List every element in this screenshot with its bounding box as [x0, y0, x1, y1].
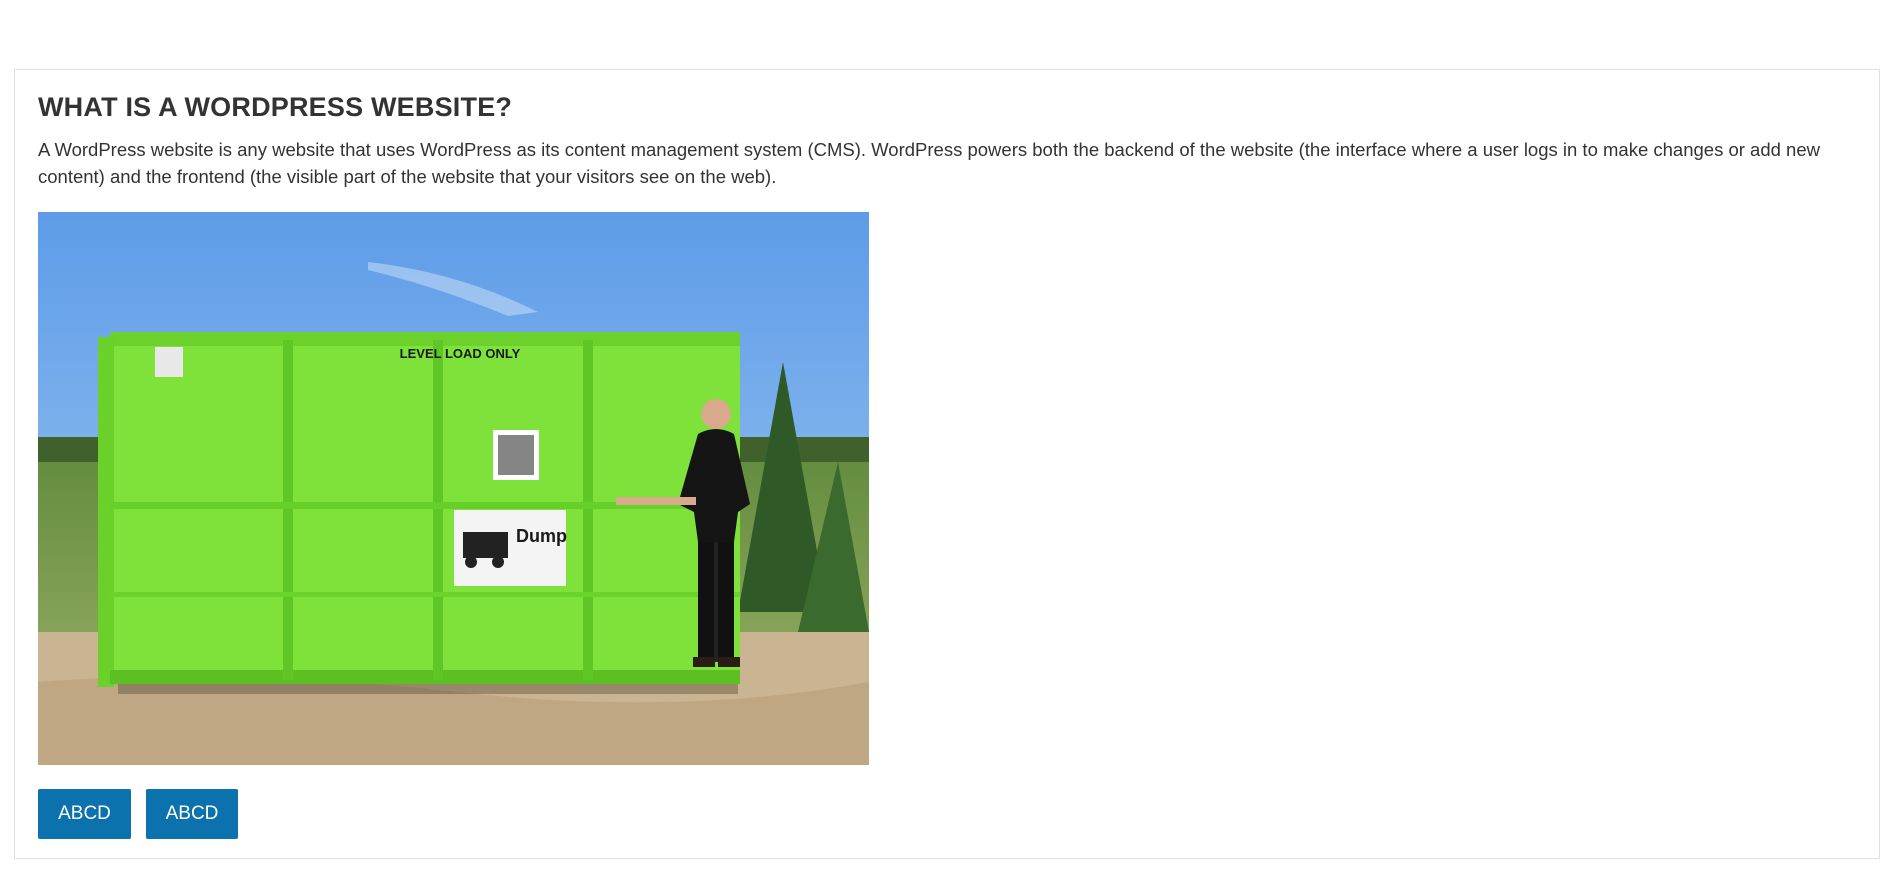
section-title: WHAT IS A WORDPRESS WEBSITE? [38, 92, 513, 122]
sign-text: Dump [516, 526, 567, 546]
dumpster-label: LEVEL LOAD ONLY [400, 346, 521, 361]
content-card: WHAT IS A WORDPRESS WEBSITE? A WordPress… [14, 69, 1880, 859]
dumpster-photo: LEVEL LOAD ONLY Dump [38, 212, 869, 765]
abcd-button-1[interactable]: ABCD [38, 789, 131, 839]
section-description: A WordPress website is any website that … [38, 139, 1820, 187]
abcd-button-2[interactable]: ABCD [146, 789, 238, 839]
dumpster-graphic: LEVEL LOAD ONLY Dump [98, 332, 740, 694]
